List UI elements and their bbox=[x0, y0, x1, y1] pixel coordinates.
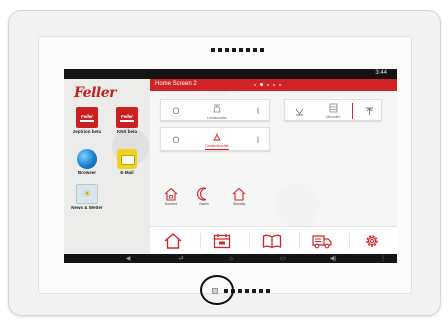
book-icon bbox=[262, 234, 282, 248]
feller-app-icon: Feller bbox=[116, 107, 138, 128]
moon-icon bbox=[197, 187, 207, 201]
app-label: E-Mail bbox=[120, 170, 134, 175]
light-on-button[interactable]: I bbox=[253, 106, 263, 116]
dock-settings-button[interactable] bbox=[357, 231, 387, 251]
scene-label: Komfort bbox=[164, 202, 178, 206]
app-label: zeptrion beta bbox=[72, 129, 101, 134]
bottom-dock bbox=[150, 226, 397, 254]
light-switch-card: O Lichtschalter I bbox=[160, 99, 270, 121]
feller-app-icon: Feller bbox=[76, 107, 98, 128]
home-screen-panel: Home Screen 2 O Lichtschalter I O Decken… bbox=[150, 79, 397, 226]
panel-header: Home Screen 2 bbox=[150, 79, 397, 91]
blind-label: Jalousien bbox=[325, 115, 341, 119]
dock-book-button[interactable] bbox=[257, 231, 300, 251]
weather-icon: ☀ bbox=[76, 184, 98, 204]
ceiling-light-icon: Deckenleuchte bbox=[205, 131, 229, 150]
blind-icon: Jalousien bbox=[325, 102, 341, 119]
android-nav-bar: ◀ ⮐ ⌂ ▭ ◀) ⋮ bbox=[64, 254, 397, 263]
dock-calendar-button[interactable] bbox=[207, 231, 250, 251]
app-email[interactable]: E-Mail bbox=[108, 149, 146, 175]
light-off-button[interactable]: O bbox=[171, 106, 181, 116]
volume-down-button[interactable]: ◀ bbox=[122, 255, 134, 262]
truck-icon bbox=[312, 235, 332, 249]
dimmer-label: Deckenleuchte bbox=[205, 144, 229, 148]
blind-down-button[interactable] bbox=[293, 105, 305, 117]
app-knx-beta[interactable]: Feller KNX beta bbox=[108, 107, 146, 134]
scene-nacht-button[interactable]: Nacht bbox=[193, 187, 215, 206]
home-outline-icon bbox=[232, 187, 246, 201]
gear-icon bbox=[366, 235, 378, 247]
status-clock: 3:44 bbox=[375, 70, 387, 76]
feller-logo: Feller bbox=[74, 85, 117, 101]
app-browser[interactable]: Browser bbox=[68, 149, 106, 175]
scene-label: Nacht bbox=[199, 202, 209, 206]
dock-home-button[interactable] bbox=[158, 231, 201, 251]
light-bulb-icon: Lichtschalter bbox=[207, 103, 227, 120]
dimmer-off-button[interactable]: O bbox=[171, 135, 181, 145]
panel-title: Home Screen 2 bbox=[155, 81, 197, 87]
page-indicator[interactable] bbox=[254, 83, 281, 86]
app-zeptrion-beta[interactable]: Feller zeptrion beta bbox=[68, 107, 106, 134]
panel-body: O Lichtschalter I O Deckenleuchte I Jalo… bbox=[150, 91, 397, 226]
app-label: KNX beta bbox=[116, 129, 137, 134]
dock-truck-button[interactable] bbox=[307, 231, 350, 251]
mail-icon bbox=[117, 149, 137, 169]
globe-icon bbox=[77, 149, 97, 169]
dimmer-level-bar[interactable] bbox=[205, 149, 229, 150]
menu-button[interactable]: ⋮ bbox=[378, 255, 388, 262]
top-speaker-grille bbox=[211, 48, 264, 52]
home-nav-button[interactable]: ⌂ bbox=[224, 255, 238, 262]
home-icon bbox=[164, 187, 178, 201]
volume-up-button[interactable]: ◀) bbox=[326, 255, 340, 262]
app-label: Browser bbox=[77, 170, 96, 175]
blind-up-button[interactable] bbox=[363, 105, 375, 117]
scene-standby-button[interactable]: Standby bbox=[228, 187, 250, 206]
app-sidebar: Feller Feller zeptrion beta Feller KNX b… bbox=[64, 79, 146, 243]
light-label: Lichtschalter bbox=[207, 116, 227, 120]
highlight-circle bbox=[200, 275, 234, 305]
home-icon bbox=[164, 233, 182, 249]
back-button[interactable]: ⮐ bbox=[174, 255, 188, 262]
app-news-weather[interactable]: ☀ News & Wetter bbox=[68, 184, 106, 210]
recent-apps-button[interactable]: ▭ bbox=[276, 255, 290, 262]
scene-komfort-button[interactable]: Komfort bbox=[160, 187, 182, 206]
dimmer-on-button[interactable]: I bbox=[253, 135, 263, 145]
touch-screen[interactable]: 3:44 Feller Feller zeptrion beta Feller … bbox=[64, 69, 397, 263]
blind-position-indicator bbox=[352, 103, 353, 119]
dimmer-card: O Deckenleuchte I bbox=[160, 127, 270, 151]
app-label: News & Wetter bbox=[71, 205, 103, 210]
status-bar: 3:44 bbox=[64, 69, 397, 79]
blind-card: Jalousien bbox=[284, 99, 382, 121]
calendar-icon bbox=[213, 234, 231, 249]
scene-label: Standby bbox=[232, 202, 246, 206]
